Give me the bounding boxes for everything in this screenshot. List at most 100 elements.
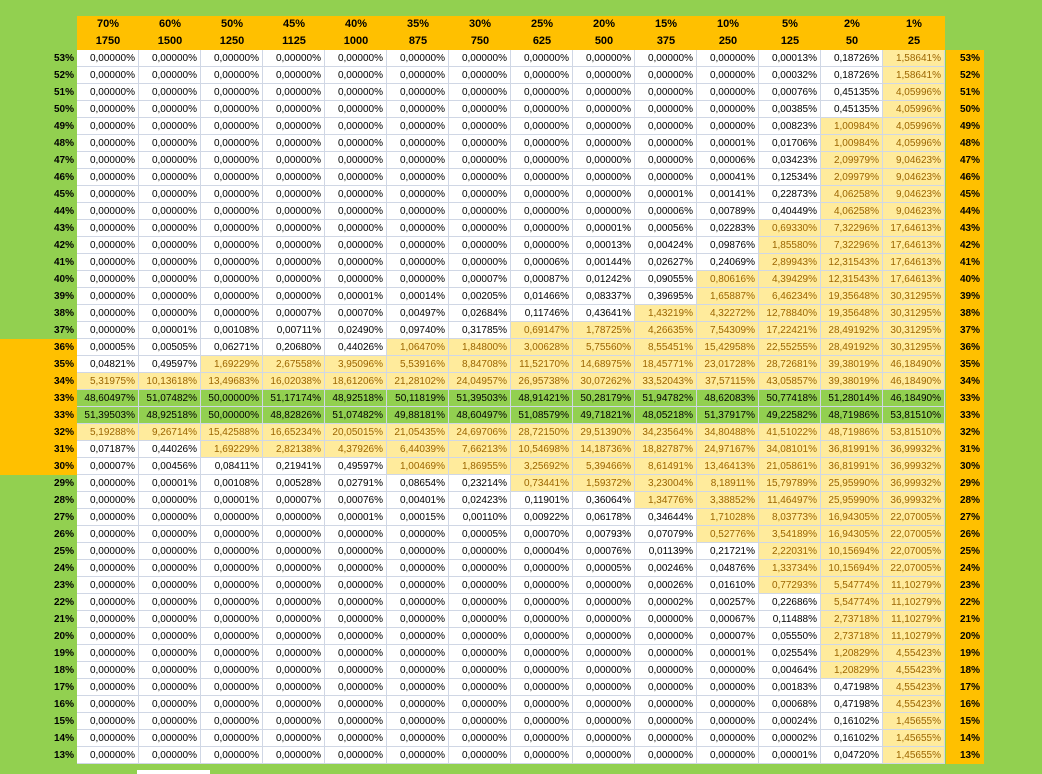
header-percent-cell[interactable]: 70%: [77, 16, 139, 33]
table-cell[interactable]: 34,23564%: [635, 424, 697, 441]
table-cell[interactable]: 0,00000%: [325, 237, 387, 254]
table-cell[interactable]: 0,00000%: [635, 730, 697, 747]
table-cell[interactable]: 0,00001%: [573, 220, 635, 237]
table-cell[interactable]: 0,11901%: [511, 492, 573, 509]
table-cell[interactable]: 0,00528%: [263, 475, 325, 492]
table-cell[interactable]: 0,00000%: [325, 577, 387, 594]
table-cell[interactable]: 0,00076%: [573, 543, 635, 560]
table-cell[interactable]: 36,99932%: [883, 492, 945, 509]
table-cell[interactable]: 1,00984%: [821, 135, 883, 152]
row-label-left[interactable]: 28%: [0, 492, 77, 509]
table-cell[interactable]: 0,00000%: [139, 543, 201, 560]
table-cell[interactable]: 0,00000%: [387, 186, 449, 203]
table-cell[interactable]: 0,00000%: [697, 67, 759, 84]
table-cell[interactable]: 0,00000%: [697, 101, 759, 118]
table-cell[interactable]: 17,64613%: [883, 271, 945, 288]
row-label-left[interactable]: 24%: [0, 560, 77, 577]
table-cell[interactable]: 21,05435%: [387, 424, 449, 441]
table-cell[interactable]: 36,99932%: [883, 441, 945, 458]
table-cell[interactable]: 0,00000%: [201, 254, 263, 271]
table-cell[interactable]: 1,58641%: [883, 67, 945, 84]
table-cell[interactable]: 0,00000%: [201, 560, 263, 577]
table-cell[interactable]: 0,00007%: [77, 458, 139, 475]
table-cell[interactable]: 0,00000%: [387, 713, 449, 730]
table-cell[interactable]: 0,00000%: [77, 526, 139, 543]
table-cell[interactable]: 0,00000%: [263, 628, 325, 645]
table-cell[interactable]: 0,00000%: [449, 101, 511, 118]
table-cell[interactable]: 0,00000%: [77, 594, 139, 611]
table-cell[interactable]: 0,00000%: [139, 50, 201, 67]
table-cell[interactable]: 1,20829%: [821, 662, 883, 679]
table-cell[interactable]: 0,00000%: [201, 101, 263, 118]
table-cell[interactable]: 0,00014%: [387, 288, 449, 305]
table-cell[interactable]: 0,00032%: [759, 67, 821, 84]
table-cell[interactable]: 4,55423%: [883, 679, 945, 696]
table-cell[interactable]: 43,05857%: [759, 373, 821, 390]
table-cell[interactable]: 0,00000%: [325, 645, 387, 662]
table-cell[interactable]: 53,81510%: [883, 424, 945, 441]
table-cell[interactable]: 2,73718%: [821, 611, 883, 628]
header-percent-cell[interactable]: 1%: [883, 16, 945, 33]
row-label-right[interactable]: 34%: [946, 373, 984, 390]
table-cell[interactable]: 0,01242%: [573, 271, 635, 288]
table-cell[interactable]: 13,46413%: [697, 458, 759, 475]
header-percent-cell[interactable]: 20%: [573, 16, 635, 33]
table-cell[interactable]: 0,00000%: [139, 84, 201, 101]
table-cell[interactable]: 0,00000%: [263, 186, 325, 203]
header-value-cell[interactable]: 875: [387, 33, 449, 50]
row-label-left[interactable]: 26%: [0, 526, 77, 543]
table-cell[interactable]: 0,00000%: [263, 101, 325, 118]
row-label-right[interactable]: 46%: [946, 169, 984, 186]
table-cell[interactable]: 0,00000%: [325, 611, 387, 628]
row-label-right[interactable]: 41%: [946, 254, 984, 271]
table-cell[interactable]: 0,00000%: [573, 696, 635, 713]
table-cell[interactable]: 0,02627%: [635, 254, 697, 271]
table-cell[interactable]: 19,35648%: [821, 305, 883, 322]
table-cell[interactable]: 0,00000%: [325, 526, 387, 543]
table-cell[interactable]: 0,00000%: [201, 237, 263, 254]
table-cell[interactable]: 0,00013%: [573, 237, 635, 254]
table-cell[interactable]: 22,07005%: [883, 560, 945, 577]
sheet-tab-strip[interactable]: [137, 770, 210, 774]
table-cell[interactable]: 0,21721%: [697, 543, 759, 560]
table-cell[interactable]: 22,55255%: [759, 339, 821, 356]
table-cell[interactable]: 0,00000%: [697, 662, 759, 679]
row-label-left[interactable]: 32%: [0, 424, 77, 441]
table-cell[interactable]: 0,00000%: [387, 662, 449, 679]
table-cell[interactable]: 0,00000%: [573, 713, 635, 730]
table-cell[interactable]: 50,00000%: [201, 407, 263, 424]
table-cell[interactable]: 0,00067%: [697, 611, 759, 628]
table-cell[interactable]: 0,00007%: [263, 492, 325, 509]
table-cell[interactable]: 0,00000%: [449, 543, 511, 560]
table-cell[interactable]: 26,95738%: [511, 373, 573, 390]
table-cell[interactable]: 0,11488%: [759, 611, 821, 628]
table-cell[interactable]: 0,00144%: [573, 254, 635, 271]
table-cell[interactable]: 0,00205%: [449, 288, 511, 305]
table-cell[interactable]: 0,00000%: [573, 628, 635, 645]
table-cell[interactable]: 0,00000%: [77, 152, 139, 169]
table-cell[interactable]: 0,00000%: [77, 560, 139, 577]
table-cell[interactable]: 0,00000%: [201, 220, 263, 237]
table-cell[interactable]: 0,08337%: [573, 288, 635, 305]
table-cell[interactable]: 0,00000%: [77, 322, 139, 339]
table-cell[interactable]: 8,84708%: [449, 356, 511, 373]
table-cell[interactable]: 48,60497%: [449, 407, 511, 424]
table-cell[interactable]: 0,00000%: [201, 543, 263, 560]
table-cell[interactable]: 0,00000%: [201, 288, 263, 305]
table-cell[interactable]: 0,00076%: [325, 492, 387, 509]
table-cell[interactable]: 0,00000%: [387, 679, 449, 696]
table-cell[interactable]: 0,00002%: [635, 594, 697, 611]
table-cell[interactable]: 36,81991%: [821, 441, 883, 458]
table-cell[interactable]: 51,07482%: [325, 407, 387, 424]
table-cell[interactable]: 0,00000%: [449, 50, 511, 67]
table-cell[interactable]: 8,03773%: [759, 509, 821, 526]
table-cell[interactable]: 25,95990%: [821, 492, 883, 509]
table-cell[interactable]: 0,00000%: [201, 186, 263, 203]
table-cell[interactable]: 0,49597%: [325, 458, 387, 475]
table-cell[interactable]: 0,00000%: [139, 730, 201, 747]
table-cell[interactable]: 0,00005%: [77, 339, 139, 356]
row-label-left[interactable]: 36%: [0, 339, 77, 356]
table-cell[interactable]: 0,00000%: [263, 254, 325, 271]
table-cell[interactable]: 0,00000%: [201, 169, 263, 186]
table-cell[interactable]: 0,00000%: [449, 611, 511, 628]
